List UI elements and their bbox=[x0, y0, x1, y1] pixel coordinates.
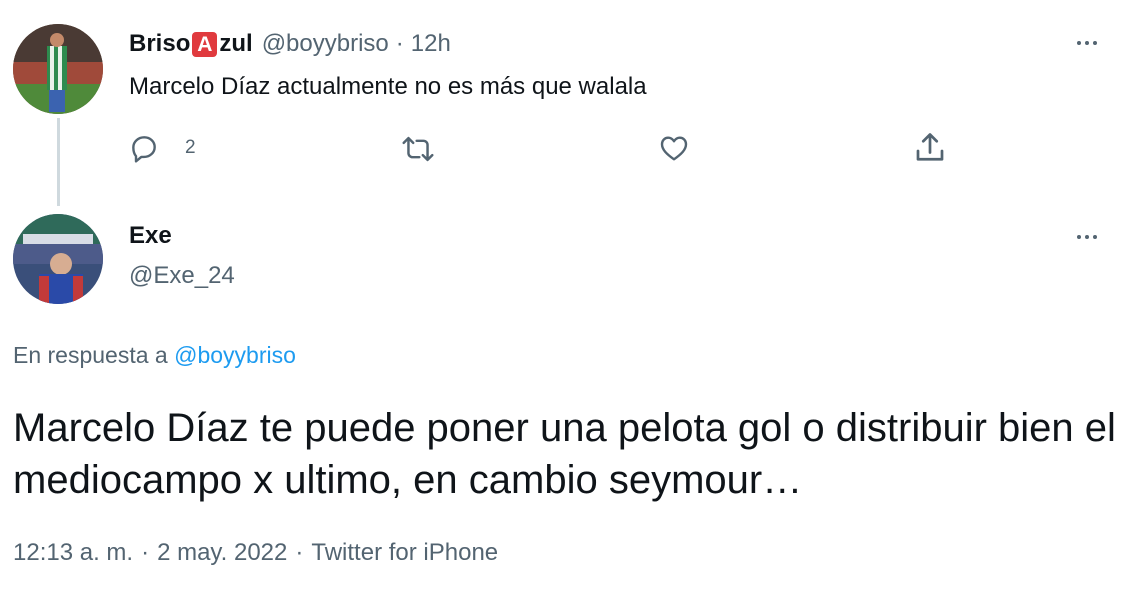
like-button[interactable] bbox=[658, 132, 690, 164]
display-name[interactable]: Briso Azul bbox=[129, 30, 253, 58]
tweet-actions: 2 bbox=[0, 128, 1140, 168]
more-options-button[interactable] bbox=[1070, 33, 1104, 53]
tweet-text: Marcelo Díaz actualmente no es más que w… bbox=[129, 73, 647, 100]
mention-link[interactable]: @boyybriso bbox=[174, 342, 296, 368]
separator-dot: · bbox=[141, 539, 150, 566]
emoji-a-icon: A bbox=[192, 32, 218, 57]
more-icon bbox=[1085, 41, 1089, 45]
user-handle[interactable]: @boyybriso bbox=[262, 30, 389, 58]
tweet-source[interactable]: Twitter for iPhone bbox=[311, 539, 498, 566]
avatar[interactable] bbox=[13, 24, 103, 114]
reply-icon bbox=[132, 136, 156, 163]
tweet-metadata: 12:13 a. m. · 2 may. 2022 · Twitter for iPho… bbox=[13, 538, 498, 568]
more-icon bbox=[1093, 41, 1097, 45]
tweet-time[interactable]: 12h bbox=[411, 30, 451, 58]
more-options-button[interactable] bbox=[1070, 227, 1104, 247]
reply-count: 2 bbox=[185, 137, 196, 158]
display-name-part: Briso bbox=[129, 30, 191, 57]
tweet-date[interactable]: 2 may. 2022 bbox=[157, 539, 287, 566]
retweet-icon bbox=[402, 136, 434, 162]
parent-tweet[interactable]: Briso Azul @boyybriso · 12h Marcelo Díaz … bbox=[0, 0, 1140, 206]
more-icon bbox=[1093, 235, 1097, 239]
reply-to-prefix: En respuesta a bbox=[13, 342, 168, 368]
share-button[interactable] bbox=[912, 130, 948, 166]
user-handle[interactable]: @Exe_24 bbox=[129, 262, 235, 290]
more-icon bbox=[1077, 235, 1081, 239]
display-name[interactable]: Exe bbox=[129, 222, 172, 250]
heart-icon bbox=[660, 136, 688, 161]
more-icon bbox=[1085, 235, 1089, 239]
retweet-button[interactable] bbox=[399, 134, 437, 164]
more-icon bbox=[1077, 41, 1081, 45]
reply-button[interactable]: 2 bbox=[128, 132, 196, 164]
share-icon bbox=[916, 133, 944, 161]
display-name-part: zul bbox=[219, 30, 253, 57]
reply-context: En respuesta a @boyybriso bbox=[13, 341, 296, 369]
tweet-text: Marcelo Díaz te puede poner una pelota g… bbox=[13, 406, 1116, 502]
separator-dot: · bbox=[295, 539, 304, 566]
tweet-time[interactable]: 12:13 a. m. bbox=[13, 539, 133, 566]
separator-dot: · bbox=[395, 30, 404, 57]
avatar[interactable] bbox=[13, 214, 103, 304]
parent-tweet-header: Briso Azul @boyybriso · 12h bbox=[129, 30, 451, 58]
